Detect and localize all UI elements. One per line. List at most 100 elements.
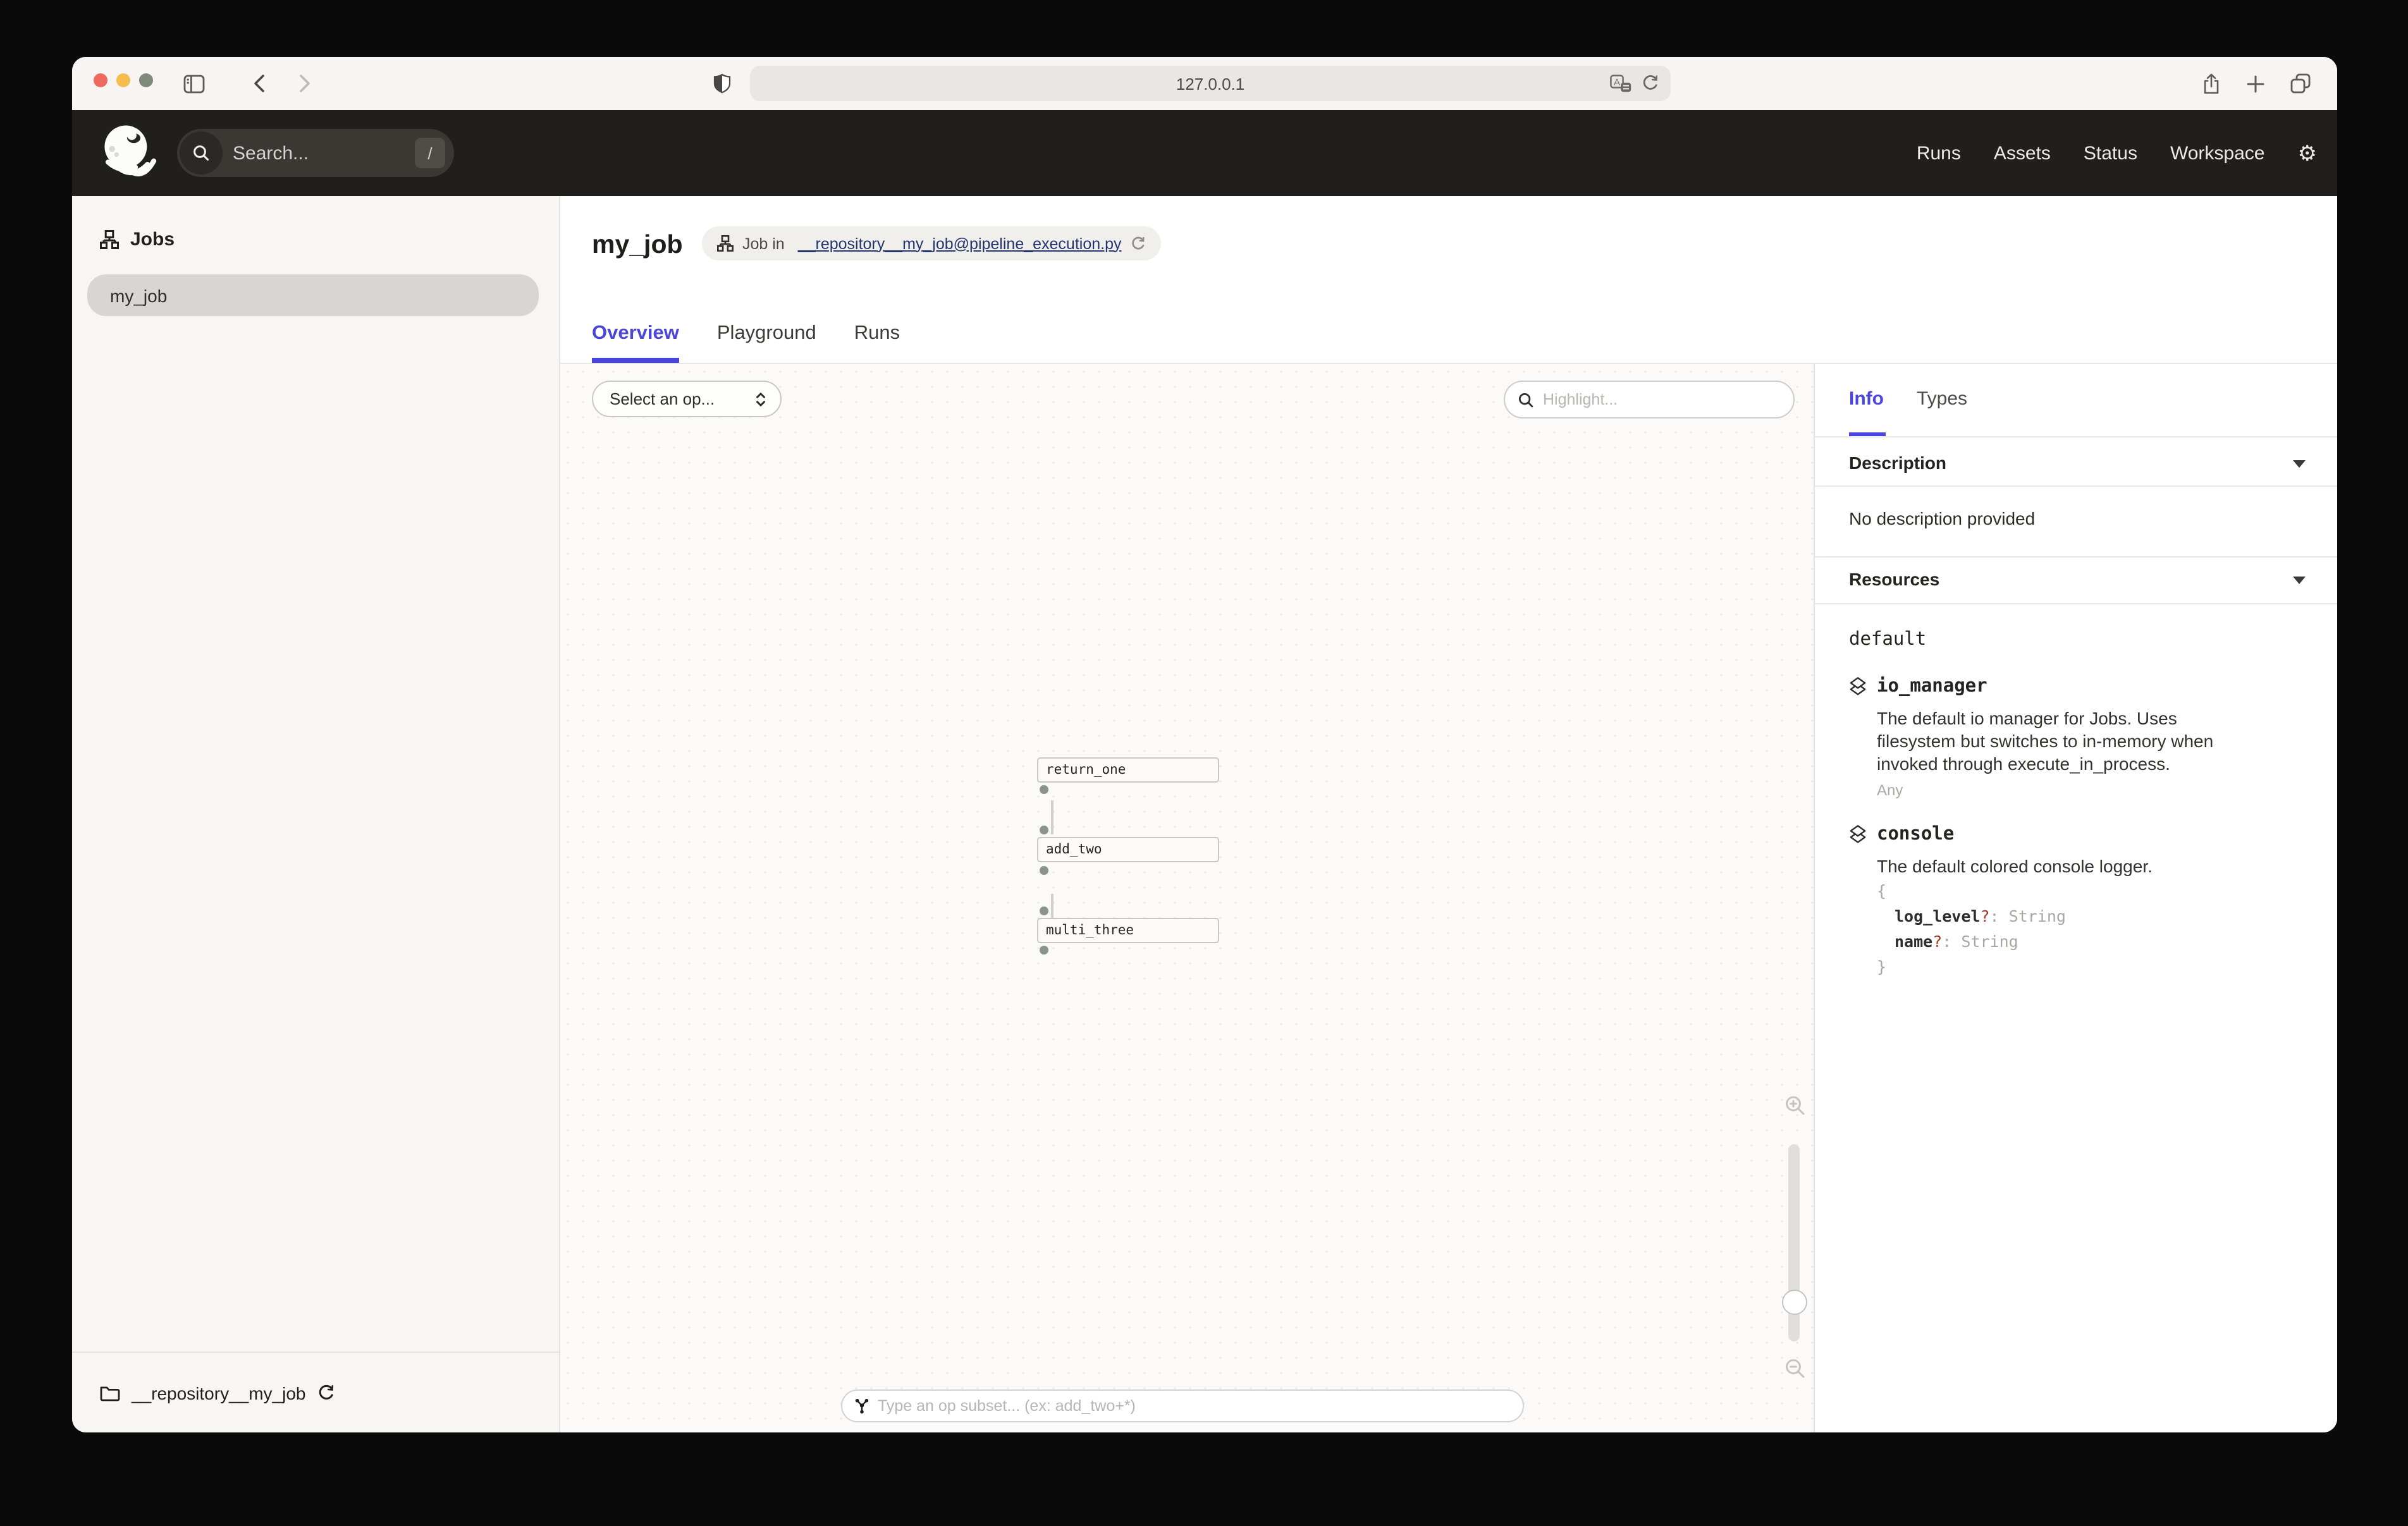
search-shortcut-key: / [415,138,445,168]
op-node-add-two[interactable]: add_two [1037,837,1219,862]
collapse-caret-icon[interactable] [2293,460,2306,468]
window-controls [94,73,153,87]
op-subset-input[interactable] [878,1397,1485,1415]
search-icon [1518,391,1534,408]
forward-button[interactable] [296,57,314,110]
updown-chevrons-icon [754,390,768,408]
back-button[interactable] [250,57,268,110]
share-icon[interactable] [2201,57,2221,110]
tab-runs[interactable]: Runs [854,322,900,363]
nav-assets[interactable]: Assets [1994,142,2051,164]
nav-workspace[interactable]: Workspace [2170,142,2265,164]
search-input[interactable] [233,129,384,177]
op-node-multi-three[interactable]: multi_three [1037,918,1219,943]
translate-icon[interactable]: A [1610,75,1631,92]
schema-optional-marker: ? [1932,932,1942,951]
main-pane: my_job Job in __repository__my_job@pipel… [560,196,2337,1432]
svg-text:A: A [1614,77,1620,88]
op-selector-graph-icon [854,1397,870,1415]
op-subset-filter[interactable] [841,1389,1524,1422]
output-port [1040,866,1048,875]
schema-open-brace: { [1877,879,2066,904]
breadcrumb-prefix: Job in [742,235,789,252]
tab-overview[interactable]: Overview [592,322,679,363]
job-header: my_job Job in __repository__my_job@pipel… [560,196,2337,364]
dagster-logo[interactable] [101,124,161,181]
resource-layers-icon [1849,676,1867,697]
highlight-search[interactable] [1504,381,1795,418]
zoom-slider-thumb[interactable] [1782,1290,1807,1315]
privacy-shield-icon[interactable] [712,57,732,110]
repository-link[interactable]: __repository__my_job@pipeline_execution.… [798,235,1122,252]
resource-group-name: default [1849,630,1926,650]
settings-gear-icon[interactable]: ⚙ [2298,142,2318,164]
nav-runs[interactable]: Runs [1917,142,1961,164]
description-section-header[interactable]: Description [1849,453,1946,473]
folder-icon [100,1384,120,1401]
tab-overview-icon[interactable] [2289,57,2312,110]
schema-optional-marker: ? [1980,906,1989,925]
collapse-caret-icon[interactable] [2293,577,2306,584]
schema-colon: : [1942,932,1961,951]
url-text: 127.0.0.1 [1176,74,1244,93]
schema-field-type: String [2009,906,2066,925]
address-bar[interactable]: 127.0.0.1 A [750,66,1671,101]
output-port [1040,946,1048,955]
page-title: my_job [592,230,683,260]
output-port [1040,785,1048,794]
op-selector-dropdown[interactable]: Select an op... [592,381,782,417]
reload-icon[interactable] [1642,75,1659,92]
schema-field-name: log_level [1895,906,1980,925]
browser-chrome: 127.0.0.1 A [72,57,2337,110]
console-description: The default colored console logger. [1877,855,2256,877]
zoom-window-button[interactable] [139,73,153,87]
minimize-window-button[interactable] [116,73,130,87]
schema-field-type: String [1961,932,2018,951]
schema-close-brace: } [1877,955,2066,980]
resource-name-io-manager: io_manager [1877,676,1987,697]
repository-footer: __repository__my_job [72,1352,559,1432]
close-window-button[interactable] [94,73,108,87]
job-icon [100,230,119,249]
console-config-schema: { log_level?: String name?: String } [1877,879,2066,980]
sidebar-item-my-job[interactable]: my_job [87,274,539,316]
job-icon [717,235,734,252]
job-tabs: Overview Playground Runs [592,322,900,363]
resources-section-header[interactable]: Resources [1849,569,1939,589]
zoom-in-icon[interactable] [1784,1095,1806,1116]
description-empty-text: No description provided [1849,508,2035,528]
jobs-sidebar: Jobs my_job __repository__my_job [72,196,560,1432]
sidebar-toggle-icon[interactable] [182,57,205,110]
nav-status[interactable]: Status [2084,142,2137,164]
op-selector-label: Select an op... [610,389,754,408]
io-manager-type: Any [1877,781,1903,799]
schema-field-name: name [1895,932,1932,951]
io-manager-description: The default io manager for Jobs. Uses fi… [1877,707,2256,775]
global-search[interactable]: / [177,129,454,177]
highlight-input[interactable] [1543,391,1758,408]
edge-add-two-multi-three [1051,894,1054,918]
resource-name-console: console [1877,824,1954,845]
reload-job-icon[interactable] [1131,236,1146,251]
zoom-out-icon[interactable] [1784,1358,1806,1379]
reload-repository-icon[interactable] [317,1384,335,1401]
panel-tab-info[interactable]: Info [1849,388,1884,410]
new-tab-icon[interactable] [2245,57,2265,110]
screenshot-stage: 127.0.0.1 A [0,0,2408,1526]
tab-playground[interactable]: Playground [717,322,816,363]
op-node-return-one[interactable]: return_one [1037,757,1219,783]
sidebar-title: Jobs [130,229,175,250]
input-port [1040,826,1048,834]
resource-layers-icon [1849,824,1867,845]
info-panel: Info Types Description No description pr… [1814,364,2337,1432]
edge-return-one-add-two [1051,800,1054,834]
input-port [1040,906,1048,915]
op-graph-pane[interactable]: Select an op... [560,364,1814,1432]
repository-name: __repository__my_job [132,1383,306,1403]
app-header: / Runs Assets Status Workspace ⚙ [72,110,2337,196]
panel-tab-types[interactable]: Types [1917,388,1967,410]
top-nav: Runs Assets Status Workspace ⚙ [1917,110,2317,196]
browser-window: 127.0.0.1 A [72,57,2337,1432]
search-icon [180,131,223,174]
breadcrumb: Job in __repository__my_job@pipeline_exe… [702,226,1161,260]
